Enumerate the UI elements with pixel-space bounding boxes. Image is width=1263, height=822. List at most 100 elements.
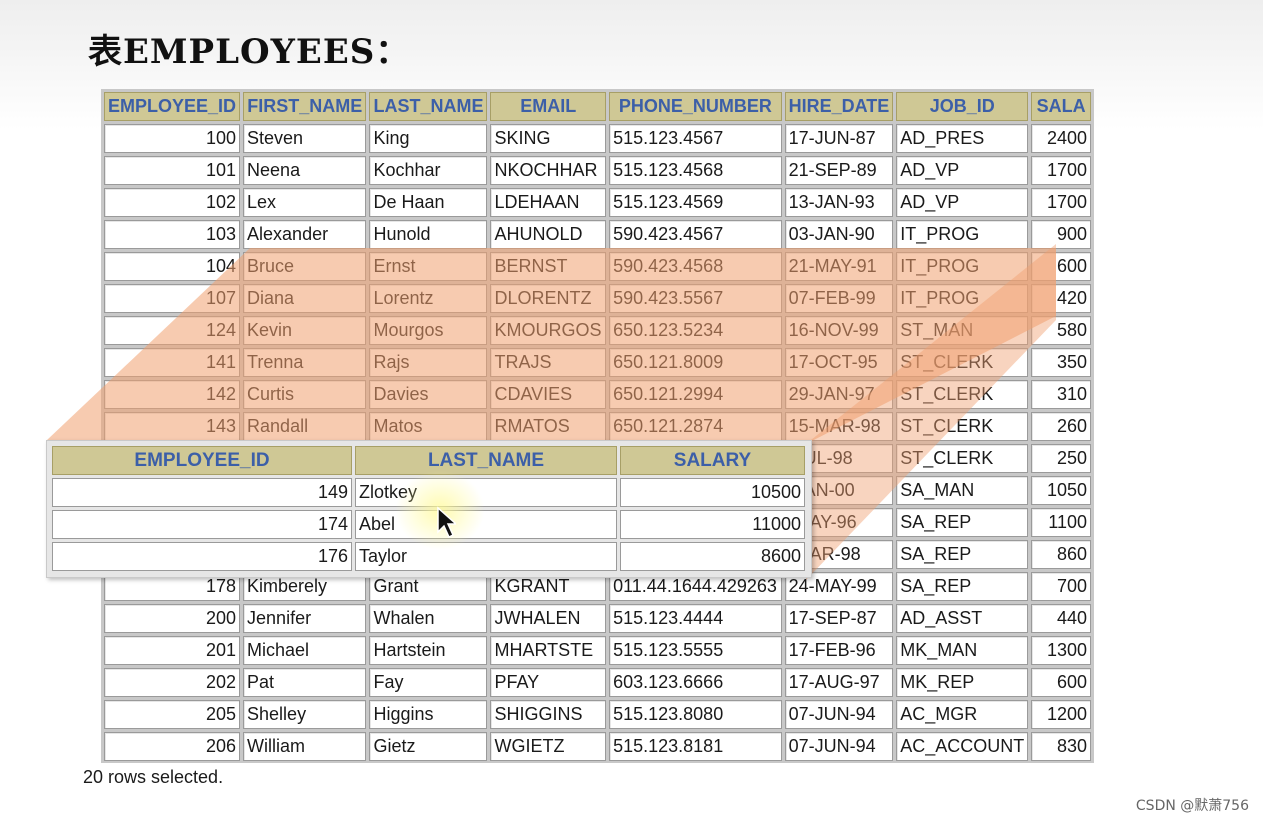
emp-table-cell: SKING <box>490 124 607 153</box>
emp-table-cell: 2400 <box>1031 124 1091 153</box>
emp-table-cell: 17-AUG-97 <box>784 668 894 697</box>
emp-table-cell: 07-FEB-99 <box>784 284 894 313</box>
page-title: 表EMPLOYEES： <box>88 32 411 72</box>
emp-table-cell: BERNST <box>490 252 607 281</box>
emp-table-cell: AHUNOLD <box>490 220 607 249</box>
sub-table-cell: 149 <box>52 478 352 507</box>
emp-table-cell: 600 <box>1031 668 1091 697</box>
emp-table-row: 102 Lex De Haan LDEHAAN 515.123.4569 13-JAN-9… <box>104 188 1091 217</box>
emp-table-cell: Alexander <box>243 220 367 249</box>
emp-table-cell: 15-MAR-98 <box>784 412 894 441</box>
emp-table-cell: King <box>369 124 488 153</box>
emp-table-cell: 590.423.5567 <box>609 284 782 313</box>
emp-table-row: 202 Pat Fay PFAY 603.123.6666 17-AUG-97 MK_REP… <box>104 668 1091 697</box>
emp-table-cell: ST_CLERK <box>896 412 1029 441</box>
emp-table-cell: AD_ASST <box>896 604 1029 633</box>
emp-table-cell: William <box>243 732 367 761</box>
emp-table-cell: 143 <box>104 412 241 441</box>
emp-table-row: 201 Michael Hartstein MHARTSTE 515.123.5555 1… <box>104 636 1091 665</box>
emp-table-cell: Shelley <box>243 700 367 729</box>
sub-table-cell: 176 <box>52 542 352 571</box>
sub-header-cell: LAST_NAME <box>355 446 617 475</box>
emp-table-cell: 1300 <box>1031 636 1091 665</box>
emp-table-cell: Hunold <box>369 220 488 249</box>
emp-table-cell: Lorentz <box>369 284 488 313</box>
emp-table-cell: KMOURGOS <box>490 316 607 345</box>
emp-table-cell: Rajs <box>369 348 488 377</box>
emp-table-cell: MK_REP <box>896 668 1029 697</box>
sub-table-cell: 11000 <box>620 510 805 539</box>
emp-table-cell: 515.123.4569 <box>609 188 782 217</box>
emp-table-cell: De Haan <box>369 188 488 217</box>
emp-table-row: 143 Randall Matos RMATOS 650.121.2874 15-MAR-… <box>104 412 1091 441</box>
emp-table-cell: SA_REP <box>896 540 1029 569</box>
emp-table-cell: 107 <box>104 284 241 313</box>
emp-table-cell: 260 <box>1031 412 1091 441</box>
emp-table-cell: 1200 <box>1031 700 1091 729</box>
emp-table-cell: 17-SEP-87 <box>784 604 894 633</box>
emp-table-cell: ST_CLERK <box>896 444 1029 473</box>
emp-table-cell: 202 <box>104 668 241 697</box>
emp-table-row: 142 Curtis Davies CDAVIES 650.121.2994 29-JAN… <box>104 380 1091 409</box>
emp-table-cell: 603.123.6666 <box>609 668 782 697</box>
emp-table-cell: AD_VP <box>896 156 1029 185</box>
emp-table-cell: 590.423.4568 <box>609 252 782 281</box>
emp-table-cell: 515.123.4444 <box>609 604 782 633</box>
emp-table-cell: 650.121.8009 <box>609 348 782 377</box>
emp-table-cell: 700 <box>1031 572 1091 601</box>
emp-table-cell: AC_ACCOUNT <box>896 732 1029 761</box>
emp-header-cell: FIRST_NAME <box>243 92 367 121</box>
emp-table-cell: 440 <box>1031 604 1091 633</box>
emp-table-cell: 17-OCT-95 <box>784 348 894 377</box>
emp-table-cell: 1100 <box>1031 508 1091 537</box>
emp-table-cell: Ernst <box>369 252 488 281</box>
emp-table-row: 101 Neena Kochhar NKOCHHAR 515.123.4568 21-SE… <box>104 156 1091 185</box>
emp-table-row: 124 Kevin Mourgos KMOURGOS 650.123.5234 16-NO… <box>104 316 1091 345</box>
emp-table-cell: 17-FEB-96 <box>784 636 894 665</box>
emp-table-row: 107 Diana Lorentz DLORENTZ 590.423.5567 07-FE… <box>104 284 1091 313</box>
emp-table-cell: Higgins <box>369 700 488 729</box>
emp-table-cell: IT_PROG <box>896 284 1029 313</box>
emp-header-cell: PHONE_NUMBER <box>609 92 782 121</box>
emp-table-cell: RMATOS <box>490 412 607 441</box>
emp-table-row: 205 Shelley Higgins SHIGGINS 515.123.8080 07-… <box>104 700 1091 729</box>
emp-table-cell: 650.123.5234 <box>609 316 782 345</box>
emp-table-cell: Randall <box>243 412 367 441</box>
emp-table-cell: CDAVIES <box>490 380 607 409</box>
emp-table-cell: 1700 <box>1031 188 1091 217</box>
emp-table-cell: MHARTSTE <box>490 636 607 665</box>
emp-table-cell: 124 <box>104 316 241 345</box>
emp-table-cell: 1700 <box>1031 156 1091 185</box>
sub-table-cell: 10500 <box>620 478 805 507</box>
rows-selected-status: 20 rows selected. <box>83 767 224 787</box>
emp-table-cell: Trenna <box>243 348 367 377</box>
sub-header-cell: EMPLOYEE_ID <box>52 446 352 475</box>
emp-table-cell: Steven <box>243 124 367 153</box>
emp-table-cell: SHIGGINS <box>490 700 607 729</box>
emp-table-row: 103 Alexander Hunold AHUNOLD 590.423.4567 03-… <box>104 220 1091 249</box>
emp-table-cell: LDEHAAN <box>490 188 607 217</box>
emp-table-cell: 206 <box>104 732 241 761</box>
emp-table-cell: 200 <box>104 604 241 633</box>
emp-table-cell: 590.423.4567 <box>609 220 782 249</box>
emp-table-cell: JWHALEN <box>490 604 607 633</box>
emp-table-cell: DLORENTZ <box>490 284 607 313</box>
emp-table-cell: Michael <box>243 636 367 665</box>
emp-table-cell: 650.121.2874 <box>609 412 782 441</box>
emp-table-cell: 830 <box>1031 732 1091 761</box>
emp-table-cell: 205 <box>104 700 241 729</box>
emp-table-cell: 13-JAN-93 <box>784 188 894 217</box>
emp-table-cell: 1050 <box>1031 476 1091 505</box>
emp-header-cell: EMAIL <box>490 92 607 121</box>
emp-table-cell: 310 <box>1031 380 1091 409</box>
emp-header-cell: JOB_ID <box>896 92 1029 121</box>
emp-table-cell: 600 <box>1031 252 1091 281</box>
emp-table-cell: 21-SEP-89 <box>784 156 894 185</box>
emp-table-cell: 102 <box>104 188 241 217</box>
emp-table-cell: ST_MAN <box>896 316 1029 345</box>
watermark: CSDN @默萧756 <box>1135 798 1249 814</box>
sub-table-cell: 8600 <box>620 542 805 571</box>
emp-table-cell: 100 <box>104 124 241 153</box>
emp-table-cell: Kochhar <box>369 156 488 185</box>
emp-table-cell: 29-JAN-97 <box>784 380 894 409</box>
